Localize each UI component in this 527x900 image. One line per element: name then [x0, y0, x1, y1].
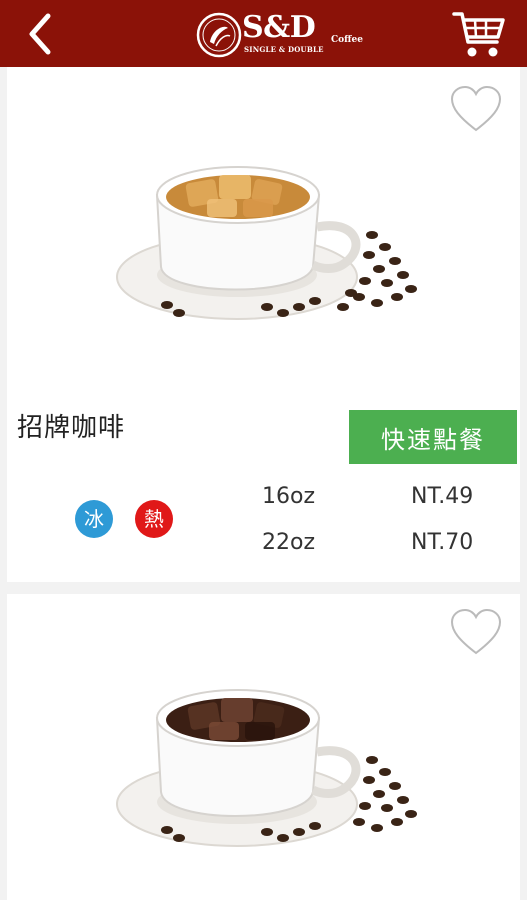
cart-button[interactable]	[451, 8, 507, 60]
app-header: S&D SINGLE & DOUBLE Coffee	[0, 0, 527, 67]
back-button[interactable]	[22, 10, 62, 58]
shopping-cart-icon	[452, 12, 505, 57]
logo-emblem-icon	[196, 12, 242, 58]
product-title: 招牌咖啡	[17, 413, 126, 443]
ice-option-badge[interactable]: 冰	[75, 500, 113, 538]
quick-order-button[interactable]: 快速點餐	[349, 410, 517, 464]
chevron-left-icon	[29, 13, 51, 55]
logo-text: S&D	[242, 10, 316, 45]
product-card	[7, 594, 520, 900]
favorite-button[interactable]	[449, 84, 503, 134]
product-card: 招牌咖啡 快速點餐 冰 熱 16oz NT.49 22oz NT.70	[7, 67, 520, 582]
heart-outline-icon	[450, 85, 502, 132]
favorite-button[interactable]	[449, 607, 503, 657]
hot-option-badge[interactable]: 熱	[135, 500, 173, 538]
logo-subtitle: SINGLE & DOUBLE	[244, 45, 324, 54]
price-label: NT.49	[411, 484, 474, 509]
brand-logo: S&D SINGLE & DOUBLE Coffee	[196, 10, 376, 60]
product-image	[116, 166, 417, 320]
product-image	[116, 689, 417, 847]
logo-coffee-text: Coffee	[331, 35, 364, 45]
heart-outline-icon	[450, 608, 502, 655]
price-label: NT.70	[411, 530, 474, 555]
size-label: 22oz	[262, 530, 316, 555]
size-label: 16oz	[262, 484, 316, 509]
